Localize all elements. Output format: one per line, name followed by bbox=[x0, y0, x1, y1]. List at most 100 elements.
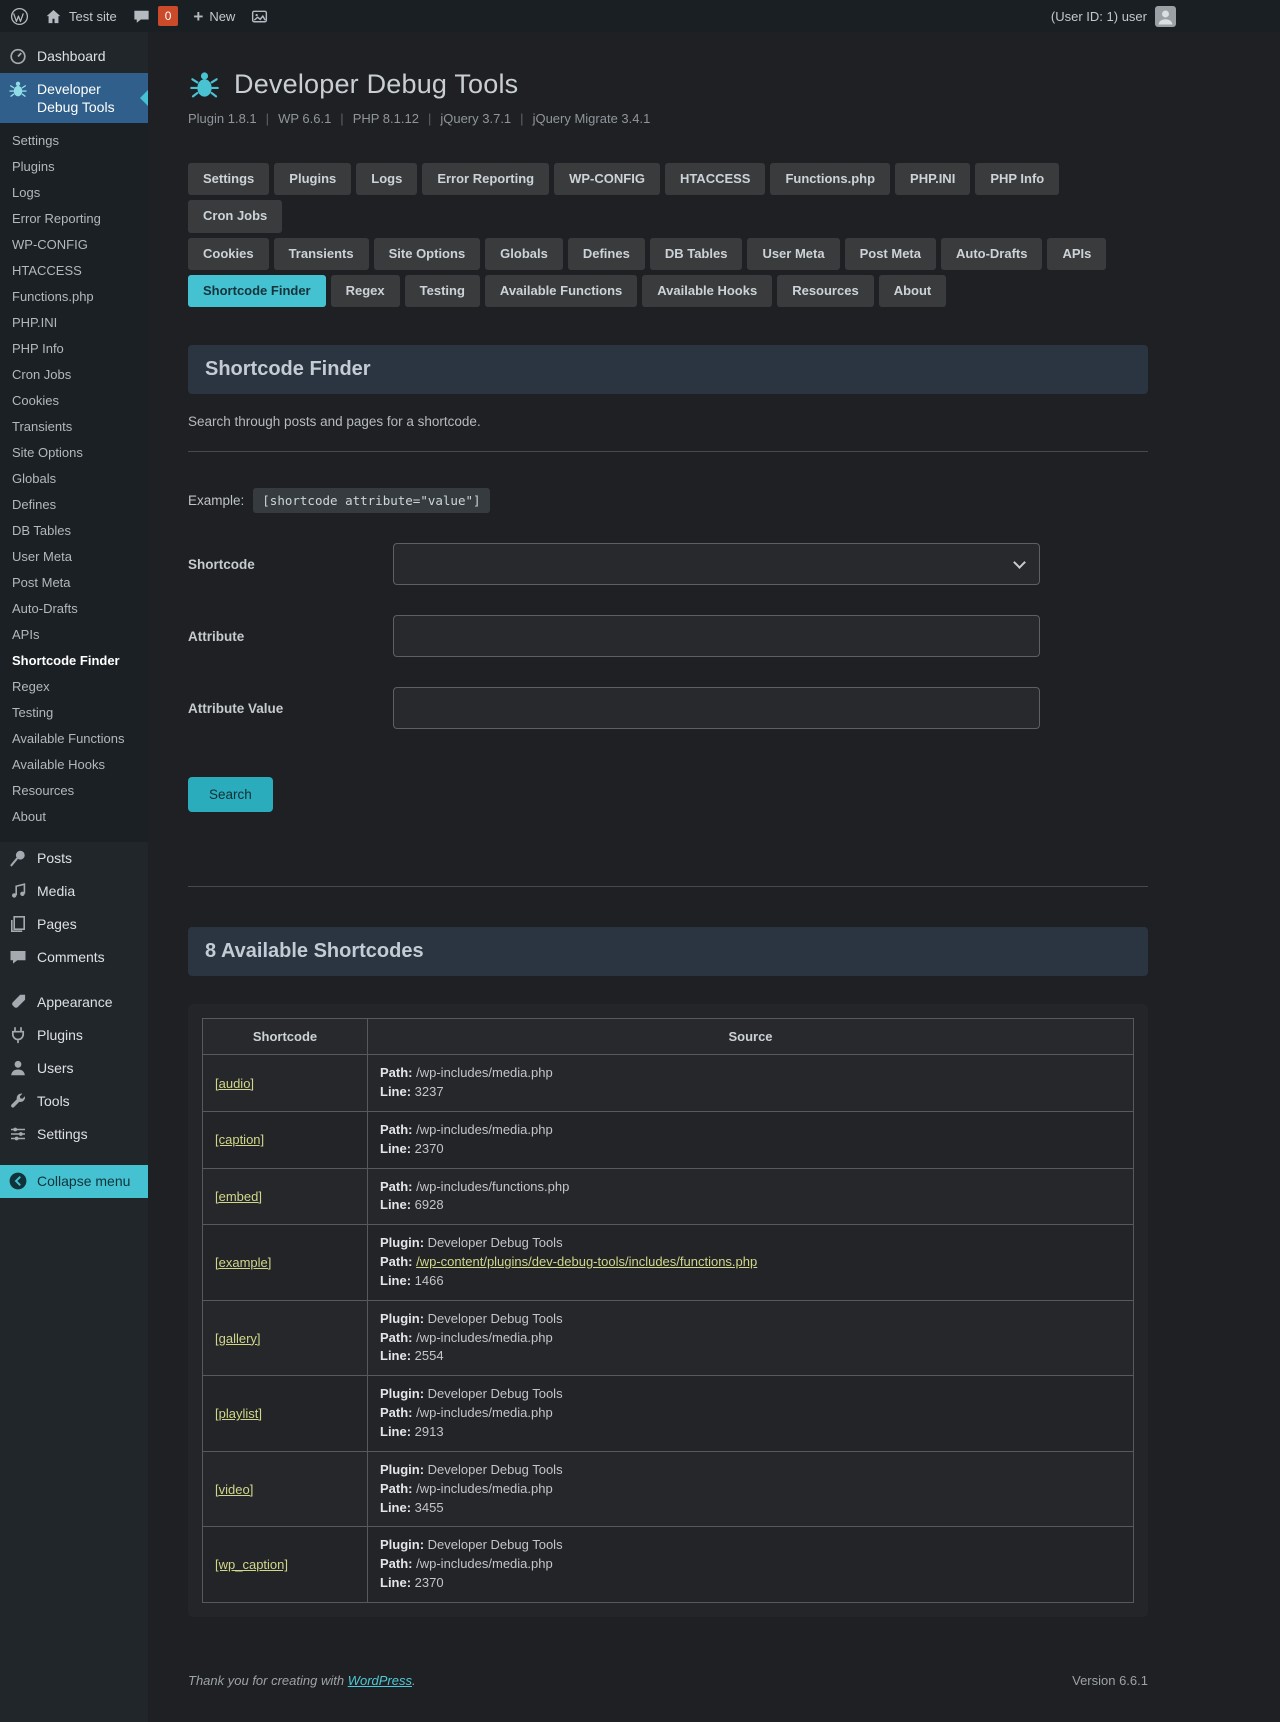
tab-error-reporting[interactable]: Error Reporting bbox=[422, 163, 550, 196]
sidebar-item-settings[interactable]: Settings bbox=[0, 1118, 148, 1151]
shortcode-link[interactable]: [gallery] bbox=[215, 1331, 261, 1346]
tab-regex[interactable]: Regex bbox=[330, 274, 400, 308]
tab-plugins[interactable]: Plugins bbox=[274, 163, 352, 196]
tab-defines[interactable]: Defines bbox=[567, 237, 645, 270]
shortcodes-tbody: [audio] Path: /wp-includes/media.php Line:… bbox=[202, 1054, 1134, 1603]
sidebar-item-developer-debug-tools[interactable]: Developer Debug Tools bbox=[0, 73, 148, 123]
submenu-item-defines[interactable]: Defines bbox=[0, 492, 148, 518]
submenu-item-settings[interactable]: Settings bbox=[0, 128, 148, 154]
sidebar-item-plugins[interactable]: Plugins bbox=[0, 1019, 148, 1052]
collapse-menu-button[interactable]: Collapse menu bbox=[0, 1165, 148, 1198]
submenu-item-available-hooks[interactable]: Available Hooks bbox=[0, 752, 148, 778]
submenu-item-wp-config[interactable]: WP-CONFIG bbox=[0, 232, 148, 258]
tab-testing[interactable]: Testing bbox=[404, 274, 480, 308]
site-name: Test site bbox=[69, 8, 117, 24]
submenu-item-shortcode-finder[interactable]: Shortcode Finder bbox=[0, 648, 148, 674]
submenu-item-php-ini[interactable]: PHP.INI bbox=[0, 310, 148, 336]
ddt-adminbar-shortcut[interactable] bbox=[250, 0, 269, 32]
source-value: Developer Debug Tools bbox=[427, 1235, 563, 1251]
shortcode-link[interactable]: [wp_caption] bbox=[215, 1557, 288, 1572]
submenu-item-available-functions[interactable]: Available Functions bbox=[0, 726, 148, 752]
tab-db-tables[interactable]: DB Tables bbox=[649, 237, 743, 270]
sidebar-item-label: Collapse menu bbox=[37, 1173, 131, 1189]
submenu-item-htaccess[interactable]: HTACCESS bbox=[0, 258, 148, 284]
submenu-item-globals[interactable]: Globals bbox=[0, 466, 148, 492]
avatar[interactable] bbox=[1155, 5, 1176, 27]
source-path-link[interactable]: /wp-content/plugins/dev-debug-tools/incl… bbox=[416, 1254, 757, 1269]
tab-shortcode-finder[interactable]: Shortcode Finder bbox=[188, 274, 326, 308]
sidebar-item-comments[interactable]: Comments bbox=[0, 941, 148, 974]
submenu-item-post-meta[interactable]: Post Meta bbox=[0, 570, 148, 596]
tab-post-meta[interactable]: Post Meta bbox=[844, 237, 936, 270]
sidebar-item-media[interactable]: Media bbox=[0, 875, 148, 908]
shortcode-link[interactable]: [audio] bbox=[215, 1076, 254, 1091]
wp-logo-menu[interactable] bbox=[10, 0, 29, 32]
submenu-item-about[interactable]: About bbox=[0, 804, 148, 830]
new-content-button[interactable]: + New bbox=[193, 0, 235, 32]
sidebar-item-pages[interactable]: Pages bbox=[0, 908, 148, 941]
pages-icon bbox=[8, 914, 28, 934]
search-button[interactable]: Search bbox=[188, 777, 273, 813]
tab-logs[interactable]: Logs bbox=[356, 163, 418, 196]
meta-separator: | bbox=[520, 111, 524, 126]
tab-available-functions[interactable]: Available Functions bbox=[484, 274, 638, 308]
tab-cron-jobs[interactable]: Cron Jobs bbox=[188, 200, 283, 233]
tab-settings[interactable]: Settings bbox=[188, 163, 270, 196]
submenu-item-site-options[interactable]: Site Options bbox=[0, 440, 148, 466]
submenu-item-cron-jobs[interactable]: Cron Jobs bbox=[0, 362, 148, 388]
source-value: Developer Debug Tools bbox=[427, 1461, 563, 1477]
sidebar-item-dashboard[interactable]: Dashboard bbox=[0, 40, 148, 73]
submenu-item-logs[interactable]: Logs bbox=[0, 180, 148, 206]
users-icon bbox=[8, 1058, 28, 1078]
tab-site-options[interactable]: Site Options bbox=[373, 237, 481, 270]
source-value: /wp-includes/media.php bbox=[416, 1405, 553, 1421]
tab-user-meta[interactable]: User Meta bbox=[747, 237, 840, 270]
attribute-value-input[interactable] bbox=[393, 687, 1040, 730]
submenu-item-auto-drafts[interactable]: Auto-Drafts bbox=[0, 596, 148, 622]
submenu-item-cookies[interactable]: Cookies bbox=[0, 388, 148, 414]
comments-bubble-icon bbox=[8, 947, 28, 967]
tab-resources[interactable]: Resources bbox=[777, 274, 874, 308]
footer-thanks-text: Thank you for creating with bbox=[188, 1672, 348, 1688]
shortcode-link[interactable]: [video] bbox=[215, 1482, 253, 1497]
user-account-link[interactable]: (User ID: 1) user bbox=[1051, 9, 1147, 24]
sidebar-item-tools[interactable]: Tools bbox=[0, 1085, 148, 1118]
submenu-item-plugins[interactable]: Plugins bbox=[0, 154, 148, 180]
submenu-item-regex[interactable]: Regex bbox=[0, 674, 148, 700]
submenu-item-php-info[interactable]: PHP Info bbox=[0, 336, 148, 362]
attribute-input[interactable] bbox=[393, 615, 1040, 658]
submenu-item-functions-php[interactable]: Functions.php bbox=[0, 284, 148, 310]
shortcode-link[interactable]: [caption] bbox=[215, 1132, 264, 1147]
submenu-item-testing[interactable]: Testing bbox=[0, 700, 148, 726]
tab-wp-config[interactable]: WP-CONFIG bbox=[554, 163, 660, 196]
submenu-item-resources[interactable]: Resources bbox=[0, 778, 148, 804]
tab-functions-php[interactable]: Functions.php bbox=[770, 163, 891, 196]
submenu-item-db-tables[interactable]: DB Tables bbox=[0, 518, 148, 544]
meta-separator: | bbox=[265, 111, 270, 126]
sidebar-item-users[interactable]: Users bbox=[0, 1052, 148, 1085]
tab-cookies[interactable]: Cookies bbox=[188, 237, 269, 270]
tab-apis[interactable]: APIs bbox=[1047, 237, 1107, 270]
shortcode-link[interactable]: [playlist] bbox=[215, 1406, 262, 1421]
tab-about[interactable]: About bbox=[878, 274, 947, 308]
wordpress-link[interactable]: WordPress bbox=[348, 1673, 412, 1688]
comments-shortcut[interactable]: 0 bbox=[132, 0, 179, 32]
tab-transients[interactable]: Transients bbox=[273, 237, 369, 270]
site-link[interactable]: Test site bbox=[44, 0, 117, 32]
tab-available-hooks[interactable]: Available Hooks bbox=[642, 274, 773, 308]
tab-php-info[interactable]: PHP Info bbox=[975, 163, 1060, 196]
meta-item: jQuery Migrate 3.4.1 bbox=[532, 111, 651, 126]
submenu-item-apis[interactable]: APIs bbox=[0, 622, 148, 648]
shortcode-link[interactable]: [example] bbox=[215, 1255, 271, 1270]
shortcode-select[interactable] bbox=[394, 544, 1039, 585]
submenu-item-transients[interactable]: Transients bbox=[0, 414, 148, 440]
sidebar-item-appearance[interactable]: Appearance bbox=[0, 986, 148, 1019]
submenu-item-error-reporting[interactable]: Error Reporting bbox=[0, 206, 148, 232]
shortcode-link[interactable]: [embed] bbox=[215, 1189, 262, 1204]
submenu-item-user-meta[interactable]: User Meta bbox=[0, 544, 148, 570]
sidebar-item-posts[interactable]: Posts bbox=[0, 842, 148, 875]
tab-auto-drafts[interactable]: Auto-Drafts bbox=[940, 237, 1043, 270]
tab-globals[interactable]: Globals bbox=[485, 237, 563, 270]
tab-php-ini[interactable]: PHP.INI bbox=[895, 163, 971, 196]
tab-htaccess[interactable]: HTACCESS bbox=[664, 163, 766, 196]
